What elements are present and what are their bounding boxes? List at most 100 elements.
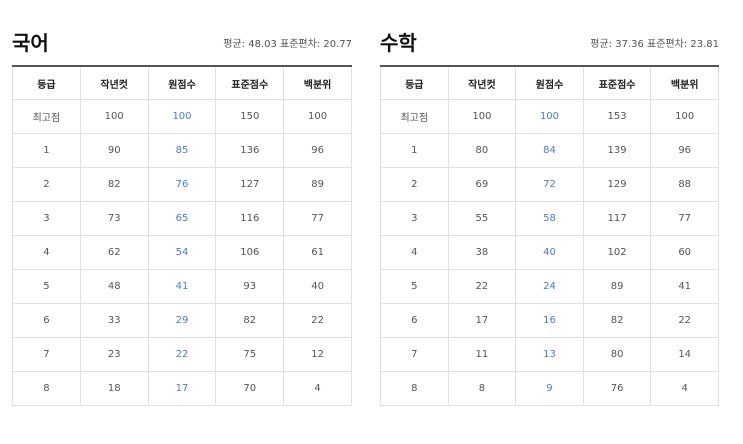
grade-cell: 4: [12, 235, 81, 270]
percentile-cell: 14: [650, 337, 719, 372]
last-year-cut-cell: 22: [447, 269, 517, 304]
table-row: 최고점 100 100 150 100: [12, 99, 352, 134]
table-row: 8 18 17 70 4: [12, 371, 352, 406]
percentile-cell: 22: [283, 303, 352, 338]
score-table: 등급 작년컷 원점수 표준점수 백분위 최고점 100 100 153 100 1 80 84…: [380, 65, 719, 406]
standard-score-cell: 89: [582, 269, 652, 304]
percentile-cell: 77: [650, 201, 719, 236]
last-year-cut-cell: 8: [447, 371, 517, 406]
standard-score-cell: 106: [215, 235, 285, 270]
grade-cell: 8: [380, 371, 449, 406]
percentile-cell: 40: [283, 269, 352, 304]
grade-cell: 5: [12, 269, 81, 304]
last-year-cut-cell: 17: [447, 303, 517, 338]
table-row: 8 8 9 76 4: [380, 371, 719, 406]
column-header-raw-score: 원점수: [147, 65, 217, 100]
table-row: 7 23 22 75 12: [12, 337, 352, 372]
raw-score-cell: 72: [515, 167, 584, 202]
panel-title: 국어: [12, 31, 49, 55]
percentile-cell: 4: [650, 371, 719, 406]
grade-cell: 2: [12, 167, 81, 202]
percentile-cell: 89: [283, 167, 352, 202]
last-year-cut-cell: 23: [79, 337, 149, 372]
column-header-grade: 등급: [380, 65, 449, 100]
raw-score-cell: 41: [147, 269, 217, 304]
last-year-cut-cell: 48: [79, 269, 149, 304]
table-row: 3 73 65 116 77: [12, 201, 352, 236]
raw-score-cell: 29: [147, 303, 217, 338]
standard-score-cell: 116: [215, 201, 285, 236]
standard-score-cell: 153: [582, 99, 652, 134]
last-year-cut-cell: 55: [447, 201, 517, 236]
column-header-last-year-cut: 작년컷: [447, 65, 517, 100]
raw-score-cell: 24: [515, 269, 584, 304]
standard-score-cell: 75: [215, 337, 285, 372]
last-year-cut-cell: 38: [447, 235, 517, 270]
panel-title: 수학: [380, 31, 417, 55]
last-year-cut-cell: 80: [447, 133, 517, 168]
grade-cell: 5: [380, 269, 449, 304]
panel-header: 국어 평균: 48.03 표준편차: 20.77: [12, 30, 352, 65]
raw-score-cell: 13: [515, 337, 584, 372]
raw-score-cell: 58: [515, 201, 584, 236]
percentile-cell: 88: [650, 167, 719, 202]
standard-score-cell: 70: [215, 371, 285, 406]
panel-header: 수학 평균: 37.36 표준편차: 23.81: [380, 30, 719, 65]
table-row: 6 33 29 82 22: [12, 303, 352, 338]
table-row: 1 80 84 139 96: [380, 133, 719, 168]
raw-score-cell: 65: [147, 201, 217, 236]
table-header-row: 등급 작년컷 원점수 표준점수 백분위: [380, 65, 719, 100]
percentile-cell: 77: [283, 201, 352, 236]
percentile-cell: 61: [283, 235, 352, 270]
panel-math: 수학 평균: 37.36 표준편차: 23.81 등급 작년컷 원점수 표준점수…: [380, 30, 719, 406]
last-year-cut-cell: 90: [79, 133, 149, 168]
raw-score-cell: 100: [147, 99, 217, 134]
percentile-cell: 100: [650, 99, 719, 134]
table-row: 2 82 76 127 89: [12, 167, 352, 202]
table-row: 1 90 85 136 96: [12, 133, 352, 168]
grade-cell: 최고점: [380, 99, 449, 134]
raw-score-cell: 22: [147, 337, 217, 372]
last-year-cut-cell: 82: [79, 167, 149, 202]
table-row: 5 22 24 89 41: [380, 269, 719, 304]
standard-score-cell: 136: [215, 133, 285, 168]
standard-score-cell: 102: [582, 235, 652, 270]
column-header-last-year-cut: 작년컷: [79, 65, 149, 100]
raw-score-cell: 9: [515, 371, 584, 406]
grade-cell: 3: [380, 201, 449, 236]
grade-cell: 1: [12, 133, 81, 168]
standard-score-cell: 150: [215, 99, 285, 134]
column-header-raw-score: 원점수: [515, 65, 584, 100]
table-row: 4 62 54 106 61: [12, 235, 352, 270]
raw-score-cell: 17: [147, 371, 217, 406]
percentile-cell: 4: [283, 371, 352, 406]
last-year-cut-cell: 18: [79, 371, 149, 406]
standard-score-cell: 117: [582, 201, 652, 236]
column-header-percentile: 백분위: [650, 65, 719, 100]
raw-score-cell: 84: [515, 133, 584, 168]
raw-score-cell: 76: [147, 167, 217, 202]
last-year-cut-cell: 62: [79, 235, 149, 270]
percentile-cell: 100: [283, 99, 352, 134]
standard-score-cell: 93: [215, 269, 285, 304]
standard-score-cell: 76: [582, 371, 652, 406]
standard-score-cell: 80: [582, 337, 652, 372]
standard-score-cell: 127: [215, 167, 285, 202]
standard-score-cell: 82: [582, 303, 652, 338]
grade-cell: 3: [12, 201, 81, 236]
last-year-cut-cell: 11: [447, 337, 517, 372]
last-year-cut-cell: 100: [79, 99, 149, 134]
grade-cell: 4: [380, 235, 449, 270]
last-year-cut-cell: 33: [79, 303, 149, 338]
table-row: 6 17 16 82 22: [380, 303, 719, 338]
grade-cell: 7: [380, 337, 449, 372]
column-header-standard-score: 표준점수: [215, 65, 285, 100]
last-year-cut-cell: 100: [447, 99, 517, 134]
table-row: 5 48 41 93 40: [12, 269, 352, 304]
grade-cell: 1: [380, 133, 449, 168]
grade-cell: 최고점: [12, 99, 81, 134]
standard-score-cell: 129: [582, 167, 652, 202]
raw-score-cell: 40: [515, 235, 584, 270]
grade-cell: 6: [380, 303, 449, 338]
percentile-cell: 96: [283, 133, 352, 168]
